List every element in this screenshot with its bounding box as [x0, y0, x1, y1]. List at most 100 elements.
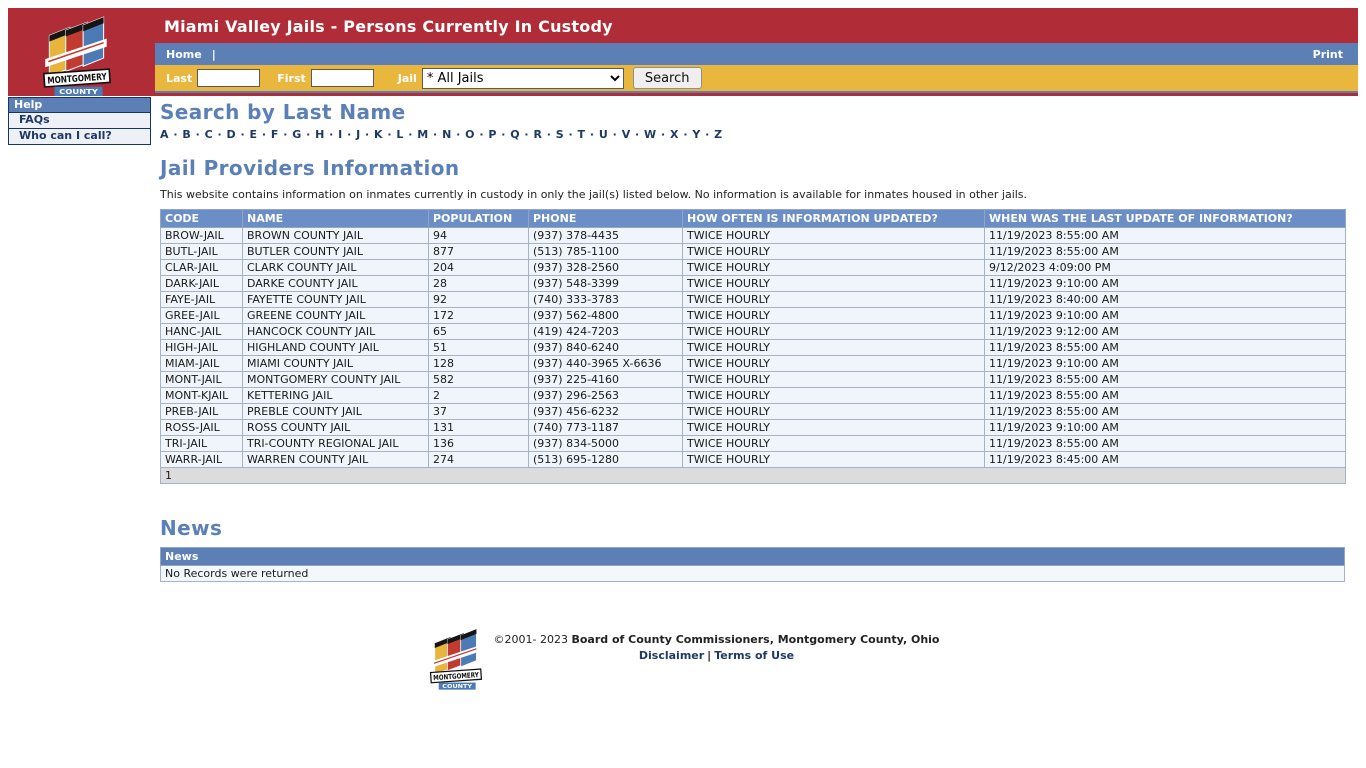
cell-last-update: 11/19/2023 8:55:00 AM — [984, 339, 1346, 356]
letter-link-O[interactable]: O — [465, 128, 475, 141]
letter-link-L[interactable]: L — [396, 128, 404, 141]
letter-link-T[interactable]: T — [578, 128, 586, 141]
letter-link-W[interactable]: W — [644, 128, 657, 141]
cell-code: HANC-JAIL — [160, 323, 243, 340]
footer-text: ©2001- 2023 Board of County Commissioner… — [494, 626, 940, 695]
nav-separator: | — [211, 47, 216, 61]
disclaimer-link[interactable]: Disclaimer — [639, 649, 704, 662]
sidebar-items: FAQs Who can I call? — [9, 112, 150, 144]
sidebar-item-who-can-i-call-[interactable]: Who can I call? — [9, 128, 150, 144]
letter-link-R[interactable]: R — [533, 128, 542, 141]
letter-link-U[interactable]: U — [599, 128, 608, 141]
cell-population: 274 — [428, 451, 529, 468]
letter-link-N[interactable]: N — [442, 128, 452, 141]
letter-link-F[interactable]: F — [271, 128, 279, 141]
search-button[interactable]: Search — [632, 67, 702, 89]
cell-code: BUTL-JAIL — [160, 243, 243, 260]
nav-home-link[interactable]: Home — [166, 48, 202, 61]
letter-link-X[interactable]: X — [670, 128, 679, 141]
cell-population: 128 — [428, 355, 529, 372]
letter-link-S[interactable]: S — [556, 128, 564, 141]
search-by-last-name-heading: Search by Last Name — [160, 100, 406, 124]
letter-link-Z[interactable]: Z — [714, 128, 722, 141]
table-row: PREB-JAIL PREBLE COUNTY JAIL 37 (937) 456-6… — [160, 403, 1346, 420]
cell-name: MONTGOMERY COUNTY JAIL — [242, 371, 429, 388]
table-row: WARR-JAIL WARREN COUNTY JAIL 274 (513) 695-… — [160, 451, 1346, 468]
cell-last-update: 11/19/2023 8:55:00 AM — [984, 403, 1346, 420]
table-row: HANC-JAIL HANCOCK COUNTY JAIL 65 (419) 424-… — [160, 323, 1346, 340]
jail-table-header-row: CODE NAME POPULATION PHONE HOW OFTEN IS INFO… — [160, 209, 1346, 228]
cell-phone: (937) 548-3399 — [528, 275, 683, 292]
letter-link-M[interactable]: M — [417, 128, 428, 141]
cell-phone: (937) 440-3965 X-6636 — [528, 355, 683, 372]
table-row: DARK-JAIL DARKE COUNTY JAIL 28 (937) 548-33… — [160, 275, 1346, 292]
cell-name: PREBLE COUNTY JAIL — [242, 403, 429, 420]
copyright-line: ©2001- 2023 Board of County Commissioner… — [494, 632, 940, 648]
column-header: CODE — [160, 209, 243, 228]
search-bar: Last First Jail * All Jails Search — [155, 65, 1358, 93]
letter-link-B[interactable]: B — [182, 128, 191, 141]
letter-link-J[interactable]: J — [356, 128, 361, 141]
cell-phone: (937) 834-5000 — [528, 435, 683, 452]
cell-population: 65 — [428, 323, 529, 340]
header: MONTGOMERY COUNTY Miami Valley Jails - P… — [8, 8, 1358, 96]
news-table-header: News — [160, 547, 1345, 566]
cell-updated: TWICE HOURLY — [682, 419, 985, 436]
cell-last-update: 11/19/2023 9:10:00 AM — [984, 275, 1346, 292]
cell-updated: TWICE HOURLY — [682, 403, 985, 420]
terms-of-use-link[interactable]: Terms of Use — [714, 649, 794, 662]
last-name-input[interactable] — [197, 69, 261, 87]
jail-providers-heading: Jail Providers Information — [160, 156, 460, 180]
cell-name: WARREN COUNTY JAIL — [242, 451, 429, 468]
letter-link-A[interactable]: A — [160, 128, 169, 141]
cell-population: 172 — [428, 307, 529, 324]
cell-name: GREENE COUNTY JAIL — [242, 307, 429, 324]
table-row: FAYE-JAIL FAYETTE COUNTY JAIL 92 (740) 333-… — [160, 291, 1346, 308]
cell-last-update: 11/19/2023 8:40:00 AM — [984, 291, 1346, 308]
page-title: Miami Valley Jails - Persons Currently I… — [164, 17, 613, 36]
cell-phone: (937) 296-2563 — [528, 387, 683, 404]
footer-link-separator: | — [707, 649, 712, 662]
cell-name: CLARK COUNTY JAIL — [242, 259, 429, 276]
letter-link-Q[interactable]: Q — [510, 128, 520, 141]
cell-last-update: 11/19/2023 9:10:00 AM — [984, 307, 1346, 324]
cell-updated: TWICE HOURLY — [682, 435, 985, 452]
cell-population: 877 — [428, 243, 529, 260]
nav-print-link[interactable]: Print — [1313, 48, 1343, 61]
cell-last-update: 11/19/2023 8:55:00 AM — [984, 435, 1346, 452]
cell-name: HIGHLAND COUNTY JAIL — [242, 339, 429, 356]
footer-logo: MONTGOMERY COUNTY — [427, 626, 485, 695]
jail-select[interactable]: * All Jails — [421, 67, 624, 89]
main-content: Search by Last Name A · B · C · D · E · … — [160, 96, 1346, 582]
cell-code: CLAR-JAIL — [160, 259, 243, 276]
cell-phone: (937) 378-4435 — [528, 227, 683, 244]
cell-last-update: 9/12/2023 4:09:00 PM — [984, 259, 1346, 276]
letter-link-P[interactable]: P — [488, 128, 497, 141]
cell-updated: TWICE HOURLY — [682, 275, 985, 292]
cell-name: BUTLER COUNTY JAIL — [242, 243, 429, 260]
letter-link-Y[interactable]: Y — [692, 128, 700, 141]
column-header: HOW OFTEN IS INFORMATION UPDATED? — [682, 209, 985, 228]
letter-link-G[interactable]: G — [292, 128, 302, 141]
first-name-input[interactable] — [310, 69, 374, 87]
letter-link-E[interactable]: E — [250, 128, 258, 141]
cell-code: FAYE-JAIL — [160, 291, 243, 308]
cell-population: 136 — [428, 435, 529, 452]
svg-text:COUNTY: COUNTY — [442, 684, 472, 690]
alphabet-links: A · B · C · D · E · F · G · H · I · J · … — [160, 128, 723, 141]
cell-name: DARKE COUNTY JAIL — [242, 275, 429, 292]
table-row: HIGH-JAIL HIGHLAND COUNTY JAIL 51 (937) 840… — [160, 339, 1346, 356]
letter-link-C[interactable]: C — [205, 128, 214, 141]
cell-phone: (513) 785-1100 — [528, 243, 683, 260]
cell-updated: TWICE HOURLY — [682, 371, 985, 388]
letter-link-V[interactable]: V — [622, 128, 631, 141]
letter-link-I[interactable]: I — [338, 128, 343, 141]
letter-link-K[interactable]: K — [374, 128, 383, 141]
table-row: GREE-JAIL GREENE COUNTY JAIL 172 (937) 562-… — [160, 307, 1346, 324]
sidebar-item-faqs[interactable]: FAQs — [9, 112, 150, 128]
pager-page-number[interactable]: 1 — [160, 467, 1346, 484]
cell-code: MONT-KJAIL — [160, 387, 243, 404]
letter-link-H[interactable]: H — [315, 128, 325, 141]
column-header: PHONE — [528, 209, 683, 228]
letter-link-D[interactable]: D — [227, 128, 237, 141]
